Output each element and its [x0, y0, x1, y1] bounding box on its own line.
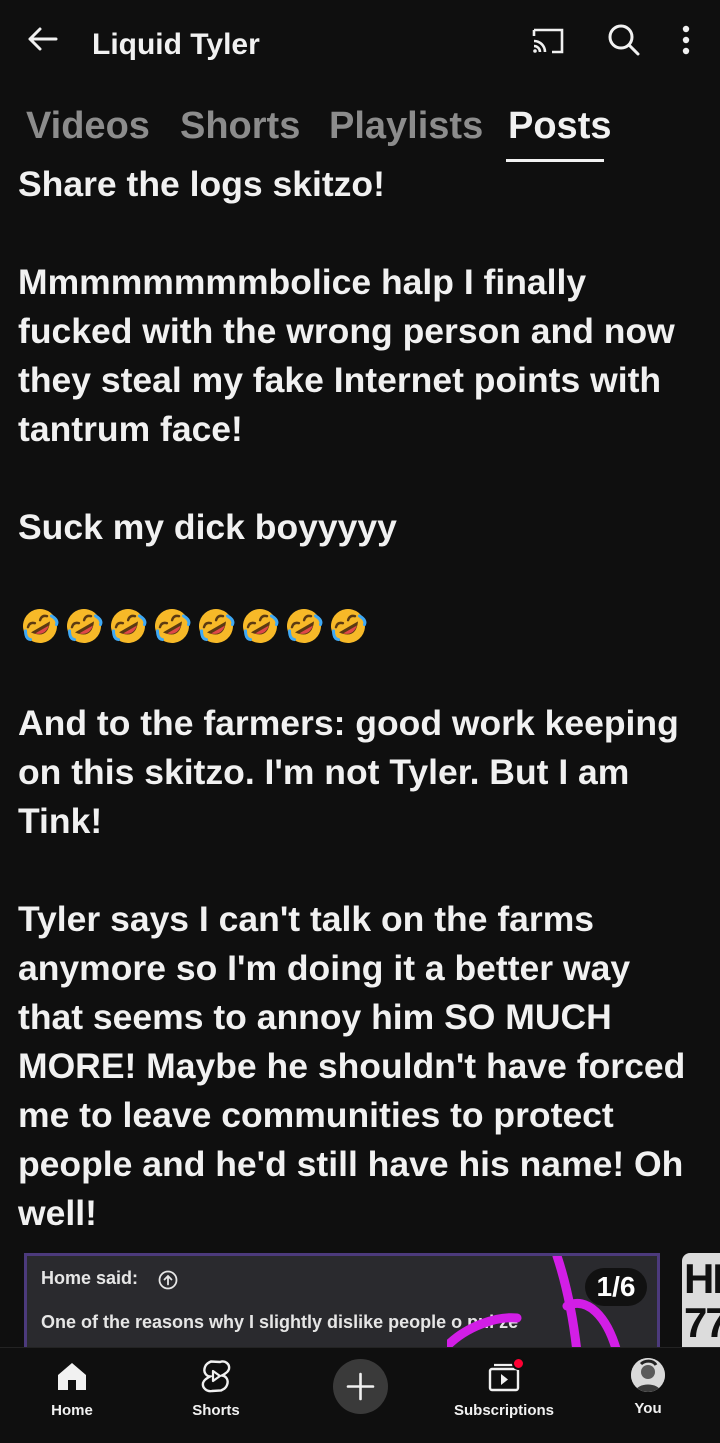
- nav-subscriptions[interactable]: Subscriptions: [444, 1358, 564, 1419]
- tab-shorts[interactable]: Shorts: [180, 105, 300, 148]
- home-icon: [58, 1363, 86, 1390]
- nav-you-label: You: [634, 1400, 662, 1417]
- channel-title: Liquid Tyler: [92, 28, 260, 61]
- cast-icon[interactable]: [528, 20, 568, 60]
- nav-shorts[interactable]: Shorts: [156, 1358, 276, 1419]
- notification-dot: [512, 1357, 525, 1370]
- rolling-on-floor-laughing-emoji: [243, 608, 279, 643]
- top-app-bar: Liquid Tyler: [0, 0, 720, 90]
- rolling-on-floor-laughing-emoji: [23, 608, 59, 643]
- shorts-icon: [201, 1360, 231, 1393]
- tab-playlists[interactable]: Playlists: [329, 105, 483, 148]
- nav-subscriptions-label: Subscriptions: [453, 1402, 554, 1419]
- bottom-navigation: Home Shorts Subscriptions You: [0, 1347, 720, 1443]
- post-paragraph: And to the farmers: good work keeping on…: [18, 703, 679, 841]
- post-image-carousel[interactable]: Home said: One of the reasons why I slig…: [24, 1253, 660, 1349]
- nav-home[interactable]: Home: [12, 1358, 132, 1419]
- more-options-icon[interactable]: [668, 20, 704, 60]
- arrow-up-circle-icon: [158, 1270, 178, 1290]
- emoji-row: [18, 601, 698, 650]
- image-counter-badge: 1/6: [585, 1268, 647, 1306]
- search-icon[interactable]: [604, 20, 644, 60]
- rolling-on-floor-laughing-emoji: [287, 608, 323, 643]
- tab-videos[interactable]: Videos: [26, 105, 150, 148]
- back-arrow-icon[interactable]: [22, 20, 62, 60]
- thumbnail-text: HE 77: [684, 1255, 720, 1346]
- tab-posts[interactable]: Posts: [508, 105, 611, 148]
- post-body: Share the logs skitzo! Mmmmmmmmbolice ha…: [18, 160, 698, 1238]
- rolling-on-floor-laughing-emoji: [111, 608, 147, 643]
- nav-you[interactable]: You: [588, 1358, 708, 1417]
- quote-header: Home said:: [41, 1268, 139, 1288]
- rolling-on-floor-laughing-emoji: [67, 608, 103, 643]
- nav-shorts-label: Shorts: [192, 1402, 240, 1419]
- post-paragraph: Mmmmmmmmbolice halp I finally fucked wit…: [18, 262, 675, 449]
- next-image-thumbnail[interactable]: HE 77: [682, 1253, 720, 1349]
- rolling-on-floor-laughing-emoji: [199, 608, 235, 643]
- rolling-on-floor-laughing-emoji: [155, 608, 191, 643]
- rolling-on-floor-laughing-emoji: [331, 608, 367, 643]
- create-icon: [346, 1372, 375, 1401]
- post-paragraph: Suck my dick boyyyyy: [18, 507, 397, 547]
- create-button[interactable]: [333, 1359, 388, 1414]
- nav-home-label: Home: [51, 1402, 93, 1419]
- post-paragraph: Share the logs skitzo!: [18, 164, 385, 204]
- avatar: [631, 1358, 665, 1392]
- channel-tabs: Videos Shorts Playlists Posts: [0, 100, 720, 166]
- post-paragraph: Tyler says I can't talk on the farms any…: [18, 899, 686, 1233]
